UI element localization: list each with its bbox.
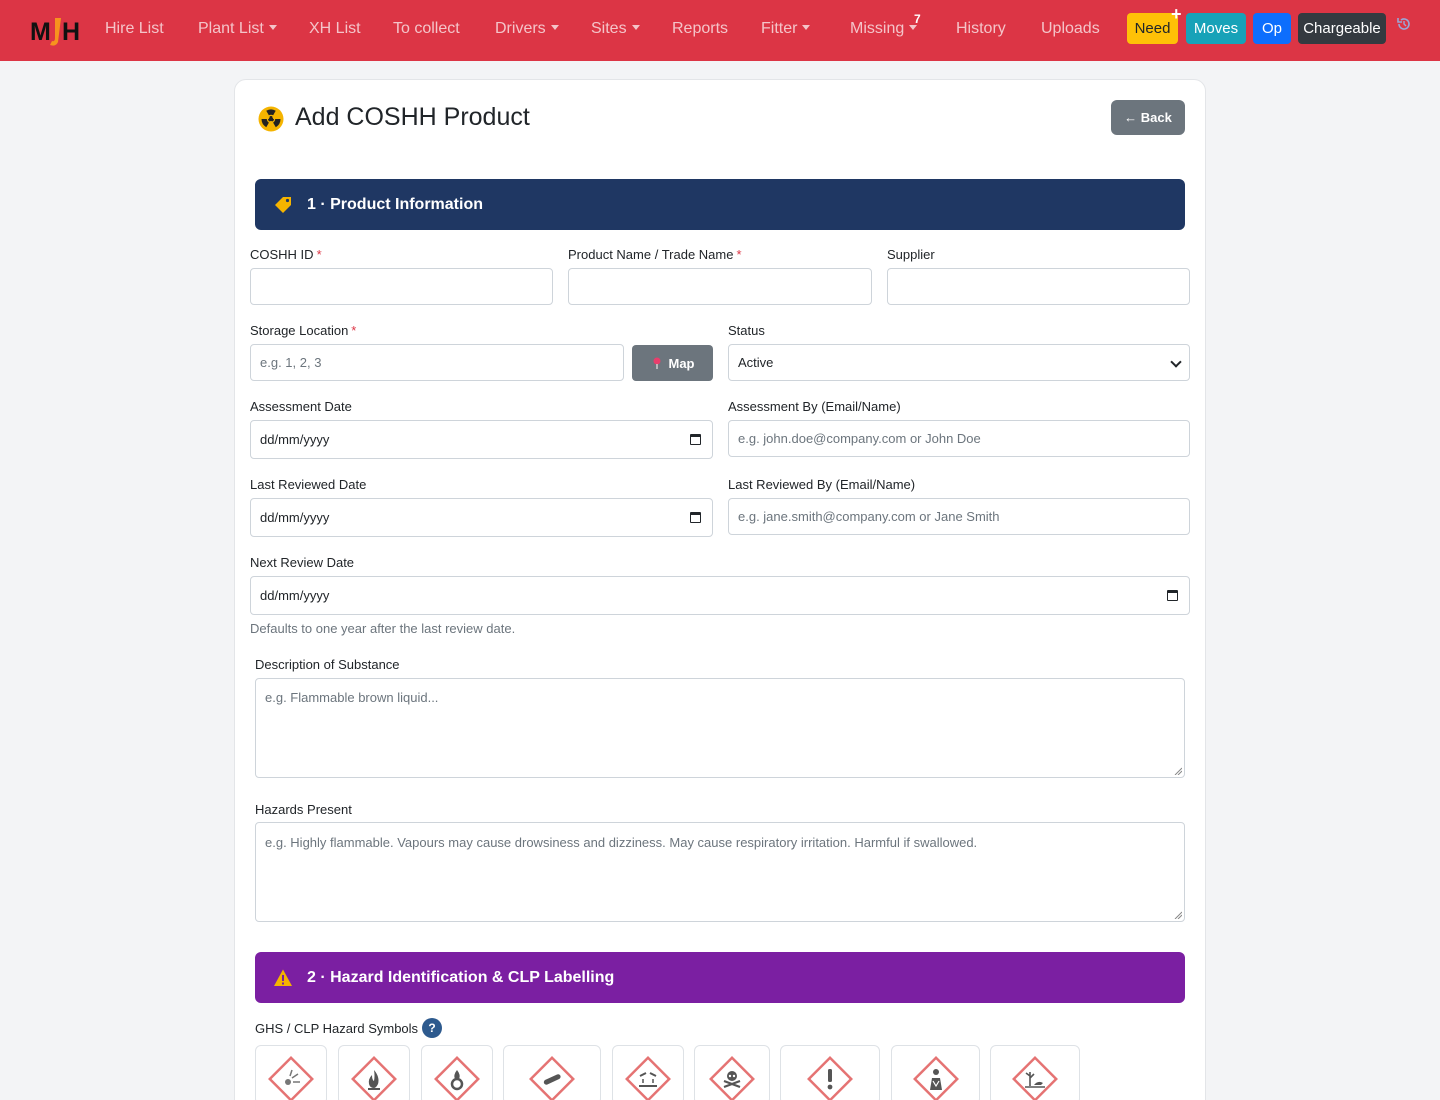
missing-count-badge: 7 [914, 12, 921, 26]
brand-logo[interactable]: M H [30, 14, 84, 48]
next-review-hint: Defaults to one year after the last revi… [250, 621, 516, 636]
supplier-label: Supplier [887, 247, 935, 262]
product-name-input[interactable] [568, 268, 872, 305]
moves-button[interactable]: Moves [1186, 13, 1246, 44]
ghs-tile-flammable[interactable] [338, 1045, 410, 1100]
ghs-tile-corrosive[interactable] [612, 1045, 684, 1100]
last-reviewed-by-input[interactable]: e.g. jane.smith@company.com or Jane Smit… [728, 498, 1190, 535]
calendar-icon[interactable] [1167, 590, 1178, 601]
nav-reports[interactable]: Reports [672, 20, 728, 38]
ghs-tile-environment-hazard[interactable] [990, 1045, 1080, 1100]
assessment-date-input[interactable]: dd/mm/yyyy [250, 420, 713, 459]
hazards-textarea[interactable]: e.g. Highly flammable. Vapours may cause… [255, 822, 1185, 922]
description-textarea[interactable]: e.g. Flammable brown liquid... [255, 678, 1185, 778]
ghs-tile-acute-toxicity[interactable] [694, 1045, 770, 1100]
serious-health-hazard-icon [912, 1056, 959, 1100]
chargeable-button[interactable]: Chargeable [1298, 13, 1386, 44]
corrosive-icon [625, 1056, 671, 1100]
section-product-information: 1 · Product Information [255, 179, 1185, 230]
calendar-icon[interactable] [690, 434, 701, 445]
flammable-icon [351, 1056, 397, 1100]
status-select[interactable]: Active [728, 344, 1190, 381]
calendar-icon[interactable] [690, 512, 701, 523]
oxidising-icon [434, 1056, 480, 1100]
coshh-id-input[interactable] [250, 268, 553, 305]
chevron-down-icon [1170, 356, 1182, 368]
map-button[interactable]: Map [632, 345, 713, 381]
history-icon[interactable] [1396, 16, 1412, 32]
section-hazard-identification: 2 · Hazard Identification & CLP Labellin… [255, 952, 1185, 1003]
nav-fitter[interactable]: Fitter [761, 20, 811, 38]
next-review-date-label: Next Review Date [250, 555, 355, 570]
tag-icon [275, 197, 291, 213]
section-title: 1 · Product Information [307, 196, 483, 213]
explosive-icon [268, 1056, 314, 1100]
status-label: Status [728, 323, 765, 338]
gas-cylinder-icon [529, 1056, 575, 1100]
chevron-down-icon [802, 25, 811, 30]
op-button[interactable]: Op [1253, 13, 1291, 44]
nav-hire-list[interactable]: Hire List [105, 20, 164, 38]
svg-text:H: H [62, 18, 80, 46]
last-reviewed-date-input[interactable]: dd/mm/yyyy [250, 498, 713, 537]
help-icon[interactable]: ? [422, 1018, 442, 1038]
assessment-date-label: Assessment Date [250, 399, 352, 414]
nav-to-collect[interactable]: To collect [393, 20, 460, 38]
warning-icon [274, 969, 292, 986]
svg-text:M: M [30, 18, 51, 46]
chevron-down-icon [550, 25, 559, 30]
supplier-input[interactable] [887, 268, 1190, 305]
plus-icon: + [1171, 4, 1182, 24]
page-title: Add COSHH Product [295, 103, 530, 131]
product-name-label: Product Name / Trade Name * [568, 247, 742, 262]
map-pin-icon [653, 357, 660, 369]
ghs-tile-gas-cylinder[interactable] [503, 1045, 601, 1100]
environment-hazard-icon [1012, 1056, 1058, 1100]
coshh-id-label: COSHH ID * [250, 247, 322, 262]
top-navbar: M H Hire List Plant List XH List To coll… [0, 0, 1440, 61]
health-hazard-exclamation-icon [807, 1056, 853, 1100]
chevron-down-icon [631, 25, 640, 30]
last-reviewed-by-label: Last Reviewed By (Email/Name) [728, 477, 916, 492]
assessment-by-input[interactable]: e.g. john.doe@company.com or John Doe [728, 420, 1190, 457]
storage-location-label: Storage Location * [250, 323, 357, 338]
resize-handle-icon[interactable] [1174, 767, 1182, 775]
nav-drivers[interactable]: Drivers [495, 20, 559, 38]
last-reviewed-date-label: Last Reviewed Date [250, 477, 367, 492]
next-review-date-input[interactable]: dd/mm/yyyy [250, 576, 1190, 615]
assessment-by-label: Assessment By (Email/Name) [728, 399, 901, 414]
nav-history[interactable]: History [956, 20, 1006, 38]
hazards-label: Hazards Present [255, 802, 352, 817]
ghs-tile-oxidising[interactable] [421, 1045, 493, 1100]
resize-handle-icon[interactable] [1174, 911, 1182, 919]
ghs-symbols-label: GHS / CLP Hazard Symbols [255, 1021, 419, 1036]
back-button[interactable]: ← Back [1111, 100, 1185, 135]
chevron-down-icon [268, 25, 277, 30]
nav-sites[interactable]: Sites [591, 20, 640, 38]
nav-missing[interactable]: Missing [850, 20, 918, 38]
nav-uploads[interactable]: Uploads [1041, 20, 1100, 38]
ghs-tile-serious-health-hazard[interactable] [891, 1045, 980, 1100]
section-title: 2 · Hazard Identification & CLP Labellin… [307, 969, 615, 986]
radiation-icon [258, 106, 284, 132]
storage-location-input[interactable]: e.g. 1, 2, 3 [250, 344, 624, 381]
nav-xh-list[interactable]: XH List [309, 20, 361, 38]
ghs-tile-explosive[interactable] [255, 1045, 327, 1100]
ghs-tile-health-hazard[interactable] [780, 1045, 880, 1100]
nav-plant-list[interactable]: Plant List [198, 20, 277, 38]
description-label: Description of Substance [255, 657, 400, 672]
acute-toxicity-icon [709, 1056, 755, 1100]
